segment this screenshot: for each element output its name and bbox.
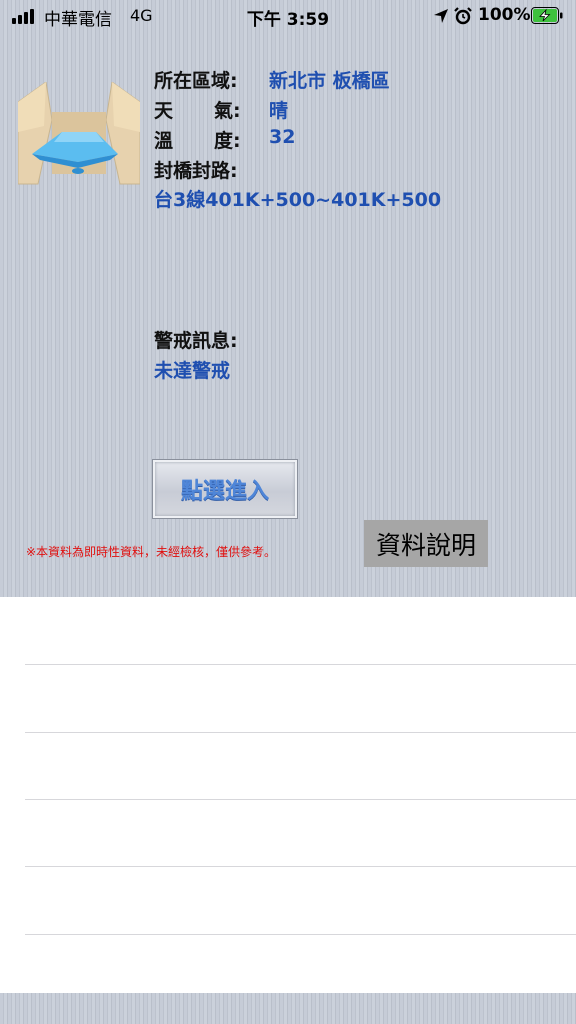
area-label: 所在區域: — [154, 70, 238, 92]
battery-charging-icon — [531, 7, 563, 24]
carrier-name: 中華電信 — [44, 10, 112, 30]
weather-label-right: 氣: — [214, 100, 241, 122]
list-item[interactable] — [0, 597, 576, 664]
temperature-label-right: 度: — [214, 130, 241, 152]
bottom-bar — [0, 993, 576, 1024]
location-arrow-icon — [434, 9, 448, 23]
battery-percent: 100% — [478, 5, 531, 25]
list-item[interactable] — [0, 935, 576, 1002]
area-value: 新北市 板橋區 — [269, 70, 390, 92]
list-item[interactable] — [0, 665, 576, 732]
alert-value: 未達警戒 — [154, 360, 231, 382]
weather-label-left: 天 — [154, 100, 174, 122]
network-type: 4G — [130, 6, 153, 25]
enter-button[interactable]: 點選進入 — [153, 460, 297, 518]
temperature-value: 32 — [269, 126, 296, 148]
weather-value: 晴 — [269, 100, 289, 122]
status-bar: 中華電信 4G 下午 3:59 100% — [0, 0, 576, 32]
bridge-list — [0, 597, 576, 993]
closure-label: 封橋封路: — [154, 160, 238, 182]
list-item[interactable] — [0, 800, 576, 867]
alert-label: 警戒訊息: — [154, 330, 238, 352]
screen: 中華電信 4G 下午 3:59 100% 所在區域: 新北市 板橋區 天 氣: … — [0, 0, 576, 1024]
list-item[interactable] — [0, 867, 576, 934]
bridge-icon — [18, 82, 140, 185]
alarm-clock-icon — [454, 7, 472, 25]
bridge-info-panel: 中華電信 4G 下午 3:59 100% 所在區域: 新北市 板橋區 天 氣: … — [0, 0, 576, 597]
list-item[interactable] — [0, 733, 576, 800]
temperature-label-left: 溫 — [154, 130, 174, 152]
data-info-button[interactable]: 資料說明 — [364, 520, 488, 567]
closure-value: 台3線401K+500~401K+500 — [154, 189, 442, 211]
disclaimer-text: ※本資料為即時性資料，未經檢核，僅供參考。 — [26, 545, 277, 559]
status-time: 下午 3:59 — [246, 10, 330, 30]
cellular-signal-icon — [12, 8, 38, 24]
